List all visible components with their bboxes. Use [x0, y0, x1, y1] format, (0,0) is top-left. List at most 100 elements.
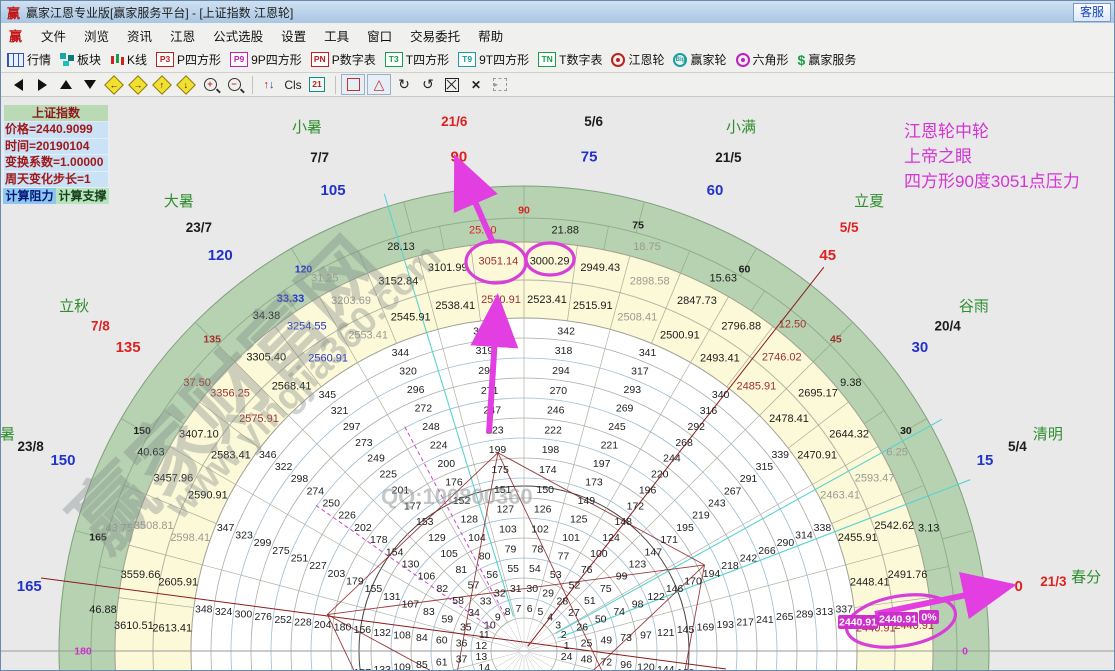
svg-text:74: 74 [613, 606, 625, 618]
menu-item-1[interactable]: 浏览 [75, 27, 118, 47]
svg-text:82: 82 [436, 583, 448, 595]
svg-text:121: 121 [657, 627, 675, 639]
svg-text:289: 289 [796, 609, 814, 621]
dia-right-button[interactable]: → [127, 75, 149, 94]
select-button[interactable]: ▸ [489, 75, 511, 94]
svg-text:337: 337 [835, 603, 853, 615]
panel-row-1: 时间=20190104 [3, 139, 109, 156]
fit-button[interactable]: ✕ [465, 75, 487, 94]
svg-text:46.88: 46.88 [89, 604, 117, 616]
svg-text:323: 323 [235, 530, 253, 542]
svg-text:2455.91: 2455.91 [838, 532, 878, 544]
toolbar-item-9T四方形[interactable]: T99T四方形 [458, 51, 529, 68]
svg-text:春分: 春分 [1071, 569, 1101, 586]
svg-text:267: 267 [724, 485, 742, 497]
zoom-out-button[interactable]: − [223, 75, 245, 94]
badge-icon-PN: PN [311, 52, 329, 67]
tri-left-button[interactable] [7, 75, 29, 94]
dia-down-button[interactable]: ↓ [175, 75, 197, 94]
svg-text:2796.88: 2796.88 [721, 320, 761, 332]
main-toolbar: 行情板块 K线 P3P四方形 P99P四方形 PNP数字表 T3T四方形 T99T四方形 TN… [1, 47, 1114, 73]
menu-item-4[interactable]: 公式选股 [204, 27, 272, 47]
dia-left-button[interactable]: ← [103, 75, 125, 94]
svg-text:204: 204 [314, 619, 332, 631]
zoom-in-button[interactable]: + [199, 75, 221, 94]
svg-text:227: 227 [309, 560, 327, 572]
svg-text:197: 197 [593, 458, 611, 470]
svg-text:58: 58 [452, 595, 464, 607]
menu-item-5[interactable]: 设置 [272, 27, 315, 47]
toolbar-item-板块[interactable]: 板块 [60, 51, 101, 68]
toolbar-item-赢家服务[interactable]: $赢家服务 [798, 51, 857, 68]
svg-text:2485.91: 2485.91 [737, 380, 777, 392]
svg-text:2491.76: 2491.76 [888, 569, 928, 581]
toolbar-item-9P四方形[interactable]: P99P四方形 [230, 51, 302, 68]
svg-text:340: 340 [712, 389, 730, 401]
svg-text:2949.43: 2949.43 [580, 262, 620, 274]
toolbar-item-T数字表[interactable]: TNT数字表 [538, 51, 602, 68]
tri-right-button[interactable] [31, 75, 53, 94]
tri-up-button[interactable] [55, 75, 77, 94]
calc-support-button[interactable]: 计算支撑 [56, 188, 109, 204]
box-x-button[interactable] [441, 75, 463, 94]
calendar-button[interactable]: 21 [306, 75, 328, 94]
toolbar-item-label: 赢家服务 [808, 51, 856, 68]
svg-text:2530.91: 2530.91 [481, 294, 521, 306]
rotate-cw-button[interactable]: ↻ [393, 75, 415, 94]
triangle-button[interactable]: △ [367, 74, 391, 95]
dia-up-button[interactable]: ↑ [151, 75, 173, 94]
rotate-ccw-button[interactable]: ↺ [417, 75, 439, 94]
svg-text:9.38: 9.38 [840, 377, 861, 389]
menu-item-2[interactable]: 资讯 [118, 27, 161, 47]
svg-text:2542.62: 2542.62 [874, 520, 914, 532]
menu-item-3[interactable]: 江恩 [161, 27, 204, 47]
svg-text:2605.91: 2605.91 [158, 577, 198, 589]
svg-text:21.88: 21.88 [552, 225, 580, 237]
toolbar-item-江恩轮[interactable]: 江恩轮 [611, 51, 664, 68]
badge-icon-T9: T9 [458, 52, 476, 67]
title-bar: 赢 赢家江恩专业版[赢家服务平台] - [上证指数 江恩轮] 客服 [1, 1, 1114, 23]
menu-item-8[interactable]: 交易委托 [401, 27, 469, 47]
cls-button[interactable]: Cls [282, 75, 304, 94]
svg-text:250: 250 [322, 498, 340, 510]
svg-text:77: 77 [558, 550, 570, 562]
analysis-annotation-text: 江恩轮中轮上帝之眼四方形90度3051点压力 [904, 119, 1080, 194]
svg-text:198: 198 [542, 444, 560, 456]
toolbar-item-P数字表[interactable]: PNP数字表 [311, 51, 376, 68]
svg-text:30: 30 [912, 339, 929, 356]
svg-text:120: 120 [208, 247, 233, 264]
toolbar-item-label: T四方形 [406, 51, 449, 68]
menu-item-0[interactable]: 文件 [32, 27, 75, 47]
svg-text:296: 296 [407, 384, 425, 396]
svg-text:225: 225 [379, 469, 397, 481]
menu-item-9[interactable]: 帮助 [469, 27, 512, 47]
svg-text:8: 8 [505, 606, 511, 618]
svg-text:23/8: 23/8 [18, 439, 45, 454]
toolbar-item-T四方形[interactable]: T3T四方形 [385, 51, 449, 68]
svg-text:338: 338 [814, 522, 832, 534]
calc-resistance-button[interactable]: 计算阻力 [3, 188, 56, 204]
svg-text:7: 7 [515, 603, 521, 615]
toolbar-item-行情[interactable]: 行情 [7, 51, 51, 68]
toolbar-item-label: P数字表 [332, 51, 376, 68]
menu-item-6[interactable]: 工具 [315, 27, 358, 47]
svg-text:7/7: 7/7 [310, 150, 329, 165]
svg-text:318: 318 [555, 345, 573, 357]
customer-service-button[interactable]: 客服 [1073, 3, 1111, 22]
toolbar-item-P四方形[interactable]: P3P四方形 [156, 51, 221, 68]
updown-button[interactable]: ↑↓ [258, 75, 280, 94]
svg-text:30: 30 [526, 583, 538, 595]
wheel-rings-icon [736, 53, 750, 67]
svg-text:221: 221 [601, 439, 619, 451]
menu-item-7[interactable]: 窗口 [358, 27, 401, 47]
svg-text:252: 252 [274, 614, 292, 626]
toolbar-item-赢家轮[interactable]: Big赢家轮 [673, 51, 726, 68]
svg-text:193: 193 [716, 619, 734, 631]
app-logo-icon: 赢 [7, 3, 20, 22]
square-button[interactable] [341, 74, 365, 95]
svg-text:48: 48 [581, 654, 593, 666]
toolbar-item-K线[interactable]: K线 [110, 51, 147, 68]
svg-text:7/8: 7/8 [91, 318, 110, 333]
tri-down-button[interactable] [79, 75, 101, 94]
toolbar-item-六角形[interactable]: 六角形 [736, 51, 789, 68]
